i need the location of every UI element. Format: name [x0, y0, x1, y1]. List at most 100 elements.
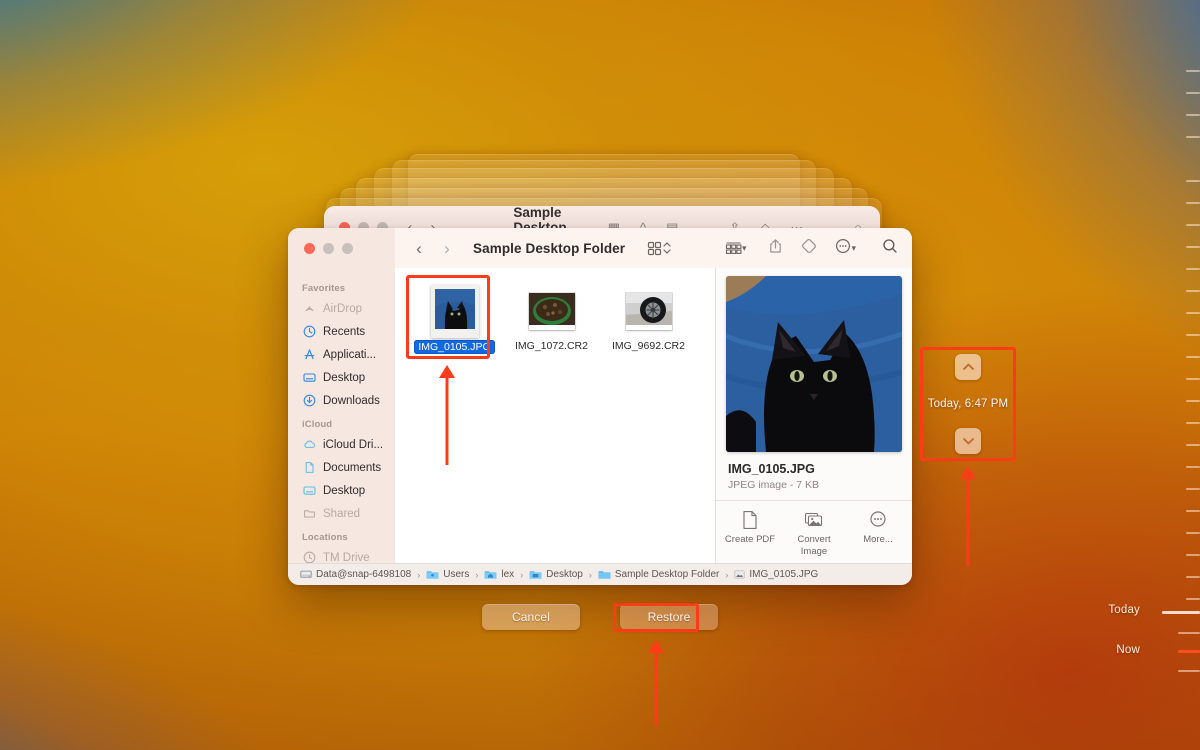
sidebar-item-label: Desktop — [323, 371, 366, 384]
previous-backup-button[interactable] — [955, 354, 981, 380]
breadcrumb-item[interactable]: IMG_0105.JPG — [734, 569, 818, 580]
breadcrumb-separator: › — [588, 569, 592, 580]
breadcrumb-separator: › — [520, 569, 524, 580]
dialog-button-row: Cancel Restore — [0, 604, 1200, 630]
page-icon — [743, 511, 757, 529]
folder-icon — [598, 571, 611, 579]
page-title: Sample Desktop Folder — [473, 240, 626, 256]
file-name-label[interactable]: IMG_0105.JPG — [414, 340, 495, 354]
restore-button[interactable]: Restore — [620, 604, 718, 630]
chevron-down-icon — [962, 438, 974, 445]
sidebar-item-label: Recents — [323, 325, 366, 338]
action-label: More... — [863, 534, 893, 545]
more-button[interactable]: More... — [848, 510, 908, 558]
sidebar-item-recents[interactable]: Recents — [288, 320, 395, 343]
folder-users-icon — [426, 571, 439, 579]
desktop-icon — [302, 371, 316, 385]
sidebar-item-applications[interactable]: Applicati... — [288, 343, 395, 366]
share-button[interactable] — [768, 238, 783, 259]
sidebar-section-locations: Locations — [302, 532, 348, 543]
sidebar-item-label: Desktop — [323, 484, 366, 497]
downloads-icon — [302, 394, 316, 408]
sidebar-item-label: AirDrop — [323, 302, 362, 315]
sidebar-item-shared[interactable]: Shared — [288, 502, 395, 525]
drive-icon — [300, 570, 312, 578]
sidebar-item-label: iCloud Dri... — [323, 438, 384, 451]
convert-image-button[interactable]: Convert Image — [784, 510, 844, 558]
finder-toolbar: ‹ › Sample Desktop Folder ▾ ▾ — [288, 228, 912, 268]
file-thumbnail — [528, 292, 575, 330]
next-backup-button[interactable] — [955, 428, 981, 454]
close-icon[interactable] — [304, 242, 315, 254]
chevron-up-icon — [962, 363, 974, 370]
folder-desktop-icon — [529, 571, 542, 579]
file-item[interactable]: IMG_0105.JPG — [409, 282, 500, 354]
breadcrumb-item[interactable]: Sample Desktop Folder — [598, 569, 719, 580]
breadcrumb-separator: › — [725, 569, 729, 580]
group-view-icon — [725, 241, 742, 254]
grid-view-button[interactable] — [647, 241, 662, 256]
chevron-down-icon[interactable]: ▾ — [851, 243, 856, 254]
sidebar-item-tm-drive[interactable]: TM Drive — [288, 546, 395, 563]
folder-home-icon — [484, 571, 497, 579]
breadcrumb-item[interactable]: Data@snap-6498108 — [300, 569, 411, 580]
sidebar-item-label: Downloads — [323, 394, 380, 407]
image-file-icon — [734, 570, 745, 579]
sidebar-item-documents[interactable]: Documents — [288, 456, 395, 479]
more-actions-button[interactable] — [835, 238, 851, 259]
file-thumbnail — [625, 292, 672, 330]
airdrop-icon — [302, 302, 316, 316]
grid-view-icon — [648, 241, 662, 255]
group-view-button[interactable] — [725, 241, 742, 256]
clock-icon — [302, 325, 316, 339]
action-label: Create PDF — [724, 534, 776, 545]
sidebar[interactable]: Favorites AirDrop Recents Applicati... D… — [288, 268, 395, 563]
sidebar-item-downloads[interactable]: Downloads — [288, 389, 395, 412]
more-actions-icon — [836, 238, 851, 253]
chevron-down-icon[interactable]: ▾ — [742, 243, 747, 254]
file-name-label[interactable]: IMG_9692.CR2 — [612, 340, 685, 352]
sidebar-item-desktop[interactable]: Desktop — [288, 366, 395, 389]
plant-pot-thumbnail — [528, 292, 575, 325]
zoom-icon[interactable] — [342, 242, 353, 254]
path-bar[interactable]: Data@snap-6498108 › Users › lex › Deskto… — [288, 563, 912, 585]
sidebar-item-label: Applicati... — [323, 348, 377, 361]
file-grid[interactable]: IMG_0105.JPG IMG_1072.CR2 IMG_9692.CR2 — [395, 268, 716, 563]
breadcrumb-label: Data@snap-6498108 — [316, 569, 412, 580]
sidebar-item-label: Shared — [323, 507, 361, 520]
cancel-button[interactable]: Cancel — [482, 604, 580, 630]
forward-button[interactable]: › — [433, 240, 461, 257]
breadcrumb-label: Users — [443, 569, 470, 580]
desktop-icon — [302, 484, 316, 498]
file-thumbnail — [430, 284, 479, 338]
back-button[interactable]: ‹ — [405, 240, 433, 257]
breadcrumb-label: IMG_0105.JPG — [749, 569, 819, 580]
minimize-icon[interactable] — [323, 242, 334, 254]
preview-file-details: JPEG image - 7 KB — [728, 479, 820, 491]
create-pdf-button[interactable]: Create PDF — [720, 510, 780, 558]
traffic-lights[interactable] — [288, 228, 395, 268]
sidebar-item-icloud-drive[interactable]: iCloud Dri... — [288, 433, 395, 456]
preview-quick-actions[interactable]: Create PDF Convert Image More... — [716, 500, 912, 558]
breadcrumb-item[interactable]: Users — [426, 569, 469, 580]
sidebar-item-airdrop[interactable]: AirDrop — [288, 297, 395, 320]
tag-button[interactable] — [801, 238, 817, 259]
preview-pane: IMG_0105.JPG JPEG image - 7 KB Create PD… — [716, 268, 912, 563]
more-ellipsis-icon — [870, 511, 886, 527]
convert-image-icon — [804, 512, 823, 527]
sidebar-item-label: Documents — [323, 461, 382, 474]
sort-stepper-icon[interactable] — [662, 240, 672, 256]
breadcrumb-label: Desktop — [546, 569, 583, 580]
file-name-label[interactable]: IMG_1072.CR2 — [515, 340, 588, 352]
document-icon — [302, 461, 316, 475]
breadcrumb-label: lex — [501, 569, 515, 580]
search-button[interactable] — [882, 238, 898, 259]
breadcrumb-item[interactable]: lex — [484, 569, 514, 580]
breadcrumb-item[interactable]: Desktop — [529, 569, 583, 580]
file-item[interactable]: IMG_1072.CR2 — [506, 282, 597, 354]
finder-window[interactable]: ‹ › Sample Desktop Folder ▾ ▾ Favorites … — [288, 228, 912, 585]
time-machine-controls[interactable]: Today, 6:47 PM — [922, 348, 1014, 460]
file-item[interactable]: IMG_9692.CR2 — [603, 282, 694, 354]
breadcrumb-separator: › — [475, 569, 479, 580]
sidebar-item-desktop-icloud[interactable]: Desktop — [288, 479, 395, 502]
